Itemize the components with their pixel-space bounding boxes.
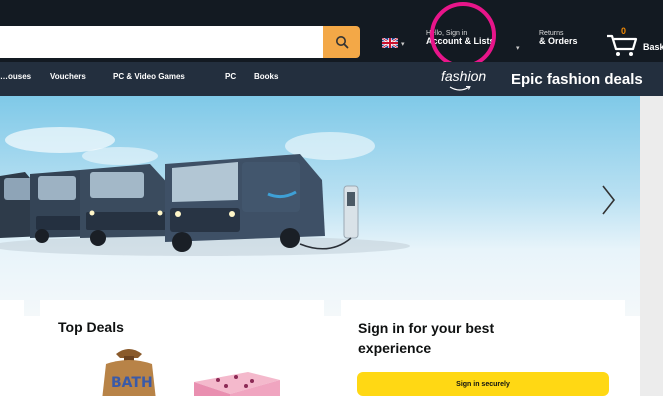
delivery-vans-illustration xyxy=(0,127,410,256)
hero-banner[interactable] xyxy=(0,96,640,316)
nav-item-vouchers[interactable]: Vouchers xyxy=(50,72,86,81)
fashion-deals-link[interactable]: Epic fashion deals xyxy=(511,71,643,88)
basket-label: Bask xyxy=(643,42,663,52)
page-scrollbar[interactable] xyxy=(640,96,663,396)
nav-item-pc[interactable]: PC xyxy=(225,72,236,81)
top-deals-title: Top Deals xyxy=(58,319,124,335)
basket-button[interactable]: 0 Bask xyxy=(603,26,663,58)
gift-box-product-image[interactable] xyxy=(190,368,286,396)
signin-securely-button[interactable]: Sign in securely xyxy=(357,372,609,396)
bath-bag-product-image[interactable]: BATH xyxy=(94,344,164,396)
account-lists-menu[interactable]: Hello, Sign in Account & Lists xyxy=(426,30,495,47)
top-nav: ▾ Hello, Sign in Account & Lists ▾ Retur… xyxy=(0,0,663,62)
top-deals-card[interactable]: Top Deals BATH xyxy=(40,300,324,396)
uk-flag-icon[interactable] xyxy=(382,38,398,48)
carousel-next-arrow-icon[interactable] xyxy=(596,180,620,220)
returns-orders-link[interactable]: Returns & Orders xyxy=(539,30,578,47)
nav-item-houses[interactable]: …ouses xyxy=(0,72,31,81)
orders-label: & Orders xyxy=(539,36,578,47)
signin-card-title: Sign in for your best experience xyxy=(358,320,495,357)
card-partial-left xyxy=(0,300,24,396)
nav-item-pc-video-games[interactable]: PC & Video Games xyxy=(113,72,185,81)
basket-count: 0 xyxy=(621,26,627,36)
secondary-nav: …ouses Vouchers PC & Video Games PC Book… xyxy=(0,62,663,96)
fashion-smile-icon xyxy=(449,86,471,91)
search-button[interactable] xyxy=(323,26,360,58)
nav-item-books[interactable]: Books xyxy=(254,72,278,81)
account-lists-label: Account & Lists xyxy=(426,36,495,47)
language-caret-icon: ▾ xyxy=(401,41,405,48)
fashion-logo[interactable]: fashion xyxy=(441,68,486,84)
signin-card: Sign in for your best experience Sign in… xyxy=(341,300,625,396)
search-icon xyxy=(335,36,348,49)
svg-text:BATH: BATH xyxy=(111,375,153,391)
search-input[interactable] xyxy=(0,26,326,58)
account-caret-icon: ▾ xyxy=(516,45,520,52)
